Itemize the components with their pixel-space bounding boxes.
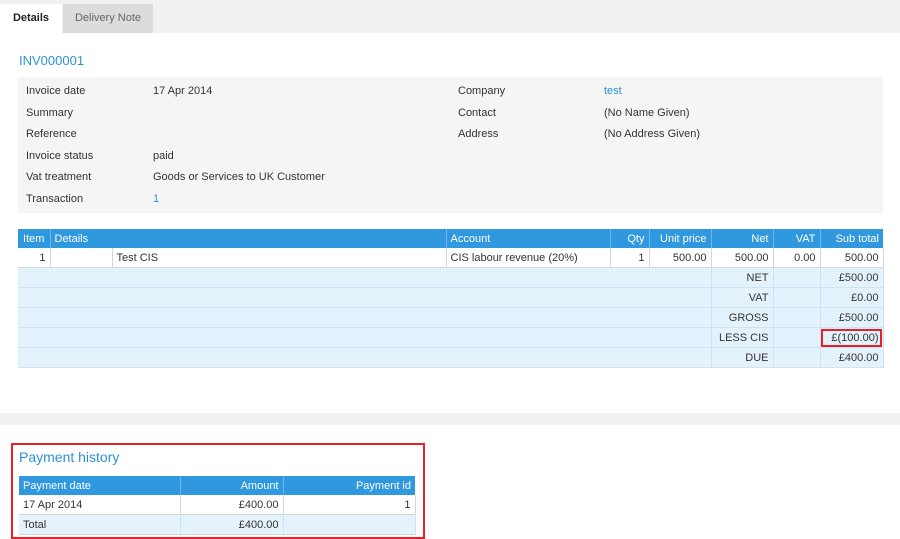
transaction-label: Transaction: [26, 193, 84, 205]
total-gap: [773, 307, 821, 328]
total-label-vat: VAT: [711, 287, 774, 308]
payment-total-row: Total £400.00: [19, 514, 416, 535]
table-row: 17 Apr 2014 £400.00 1: [19, 495, 416, 515]
section-divider: [0, 413, 900, 425]
col-vat-header: VAT: [773, 229, 821, 248]
col-item-header: Item: [18, 229, 51, 248]
total-label-less-cis: LESS CIS: [711, 327, 774, 348]
total-value-gross: £500.00: [820, 307, 884, 328]
total-row-gross: GROSS £500.00: [18, 307, 884, 328]
invoice-date-label: Invoice date: [26, 85, 86, 97]
item-net: 500.00: [711, 248, 774, 268]
company-label: Company: [458, 85, 506, 97]
payment-history-table: Payment date Amount Payment id 17 Apr 20…: [19, 476, 416, 535]
payment-history-section: Payment history Payment date Amount Paym…: [11, 443, 425, 539]
tab-bar: Details Delivery Note: [0, 0, 900, 33]
item-number: 1: [18, 248, 51, 268]
company-link[interactable]: test: [604, 85, 622, 97]
invoice-items-table: Item Details Account Qty Unit price Net …: [18, 229, 884, 368]
total-label-net: NET: [711, 267, 774, 288]
total-gap: [773, 287, 821, 308]
summary-label: Summary: [26, 107, 74, 119]
total-row-less-cis: LESS CIS £(100.00): [18, 327, 884, 348]
total-row-due: DUE £400.00: [18, 347, 884, 368]
vat-treatment-label: Vat treatment: [26, 171, 92, 183]
transaction-link[interactable]: 1: [153, 193, 159, 205]
total-gap: [773, 347, 821, 368]
col-payment-id-header: Payment id: [283, 476, 415, 495]
total-value-due: £400.00: [820, 347, 884, 368]
total-label-due: DUE: [711, 347, 774, 368]
total-spacer: [18, 307, 712, 328]
table-row: 1 Test CIS CIS labour revenue (20%) 1 50…: [18, 248, 884, 268]
payment-total-amount: £400.00: [180, 514, 284, 535]
payment-date: 17 Apr 2014: [19, 495, 181, 515]
reference-label: Reference: [26, 128, 77, 140]
invoice-status-value: paid: [153, 150, 174, 162]
col-unit-price-header: Unit price: [649, 229, 712, 248]
col-account-header: Account: [446, 229, 611, 248]
total-row-vat: VAT £0.00: [18, 287, 884, 308]
contact-label: Contact: [458, 107, 496, 119]
total-spacer: [18, 287, 712, 308]
item-qty: 1: [610, 248, 650, 268]
invoice-number-title: INV000001: [19, 53, 85, 68]
address-value: (No Address Given): [604, 128, 700, 140]
col-sub-total-header: Sub total: [820, 229, 883, 248]
invoice-date-value: 17 Apr 2014: [153, 85, 213, 97]
total-gap: [773, 327, 821, 348]
total-value-vat: £0.00: [820, 287, 884, 308]
item-sub-total: 500.00: [820, 248, 884, 268]
payment-header-row: Payment date Amount Payment id: [19, 476, 415, 495]
address-label: Address: [458, 128, 499, 140]
total-spacer: [18, 327, 712, 348]
total-value-net: £500.00: [820, 267, 884, 288]
item-vat: 0.00: [773, 248, 821, 268]
vat-treatment-value: Goods or Services to UK Customer: [153, 171, 325, 183]
invoice-status-label: Invoice status: [26, 150, 94, 162]
col-details-header: Details: [50, 229, 447, 248]
col-payment-date-header: Payment date: [19, 476, 181, 495]
invoice-details-panel: Invoice date 17 Apr 2014 Summary Referen…: [18, 77, 883, 213]
total-value-less-cis: £(100.00): [820, 327, 884, 348]
payment-id: 1: [283, 495, 416, 515]
col-qty-header: Qty: [610, 229, 650, 248]
total-row-net: NET £500.00: [18, 267, 884, 288]
total-gap: [773, 267, 821, 288]
payment-total-id: [283, 514, 416, 535]
items-header-row: Item Details Account Qty Unit price Net …: [18, 229, 883, 248]
item-details-spacer: [50, 248, 113, 268]
total-spacer: [18, 267, 712, 288]
item-account: CIS labour revenue (20%): [446, 248, 611, 268]
contact-value: (No Name Given): [604, 107, 690, 119]
total-spacer: [18, 347, 712, 368]
tab-delivery-note[interactable]: Delivery Note: [63, 4, 153, 33]
total-label-gross: GROSS: [711, 307, 774, 328]
col-amount-header: Amount: [180, 476, 284, 495]
item-unit-price: 500.00: [649, 248, 712, 268]
item-details: Test CIS: [112, 248, 447, 268]
col-net-header: Net: [711, 229, 774, 248]
payment-amount: £400.00: [180, 495, 284, 515]
tab-details[interactable]: Details: [0, 4, 62, 33]
payment-total-label: Total: [19, 514, 181, 535]
payment-history-title: Payment history: [19, 449, 120, 465]
